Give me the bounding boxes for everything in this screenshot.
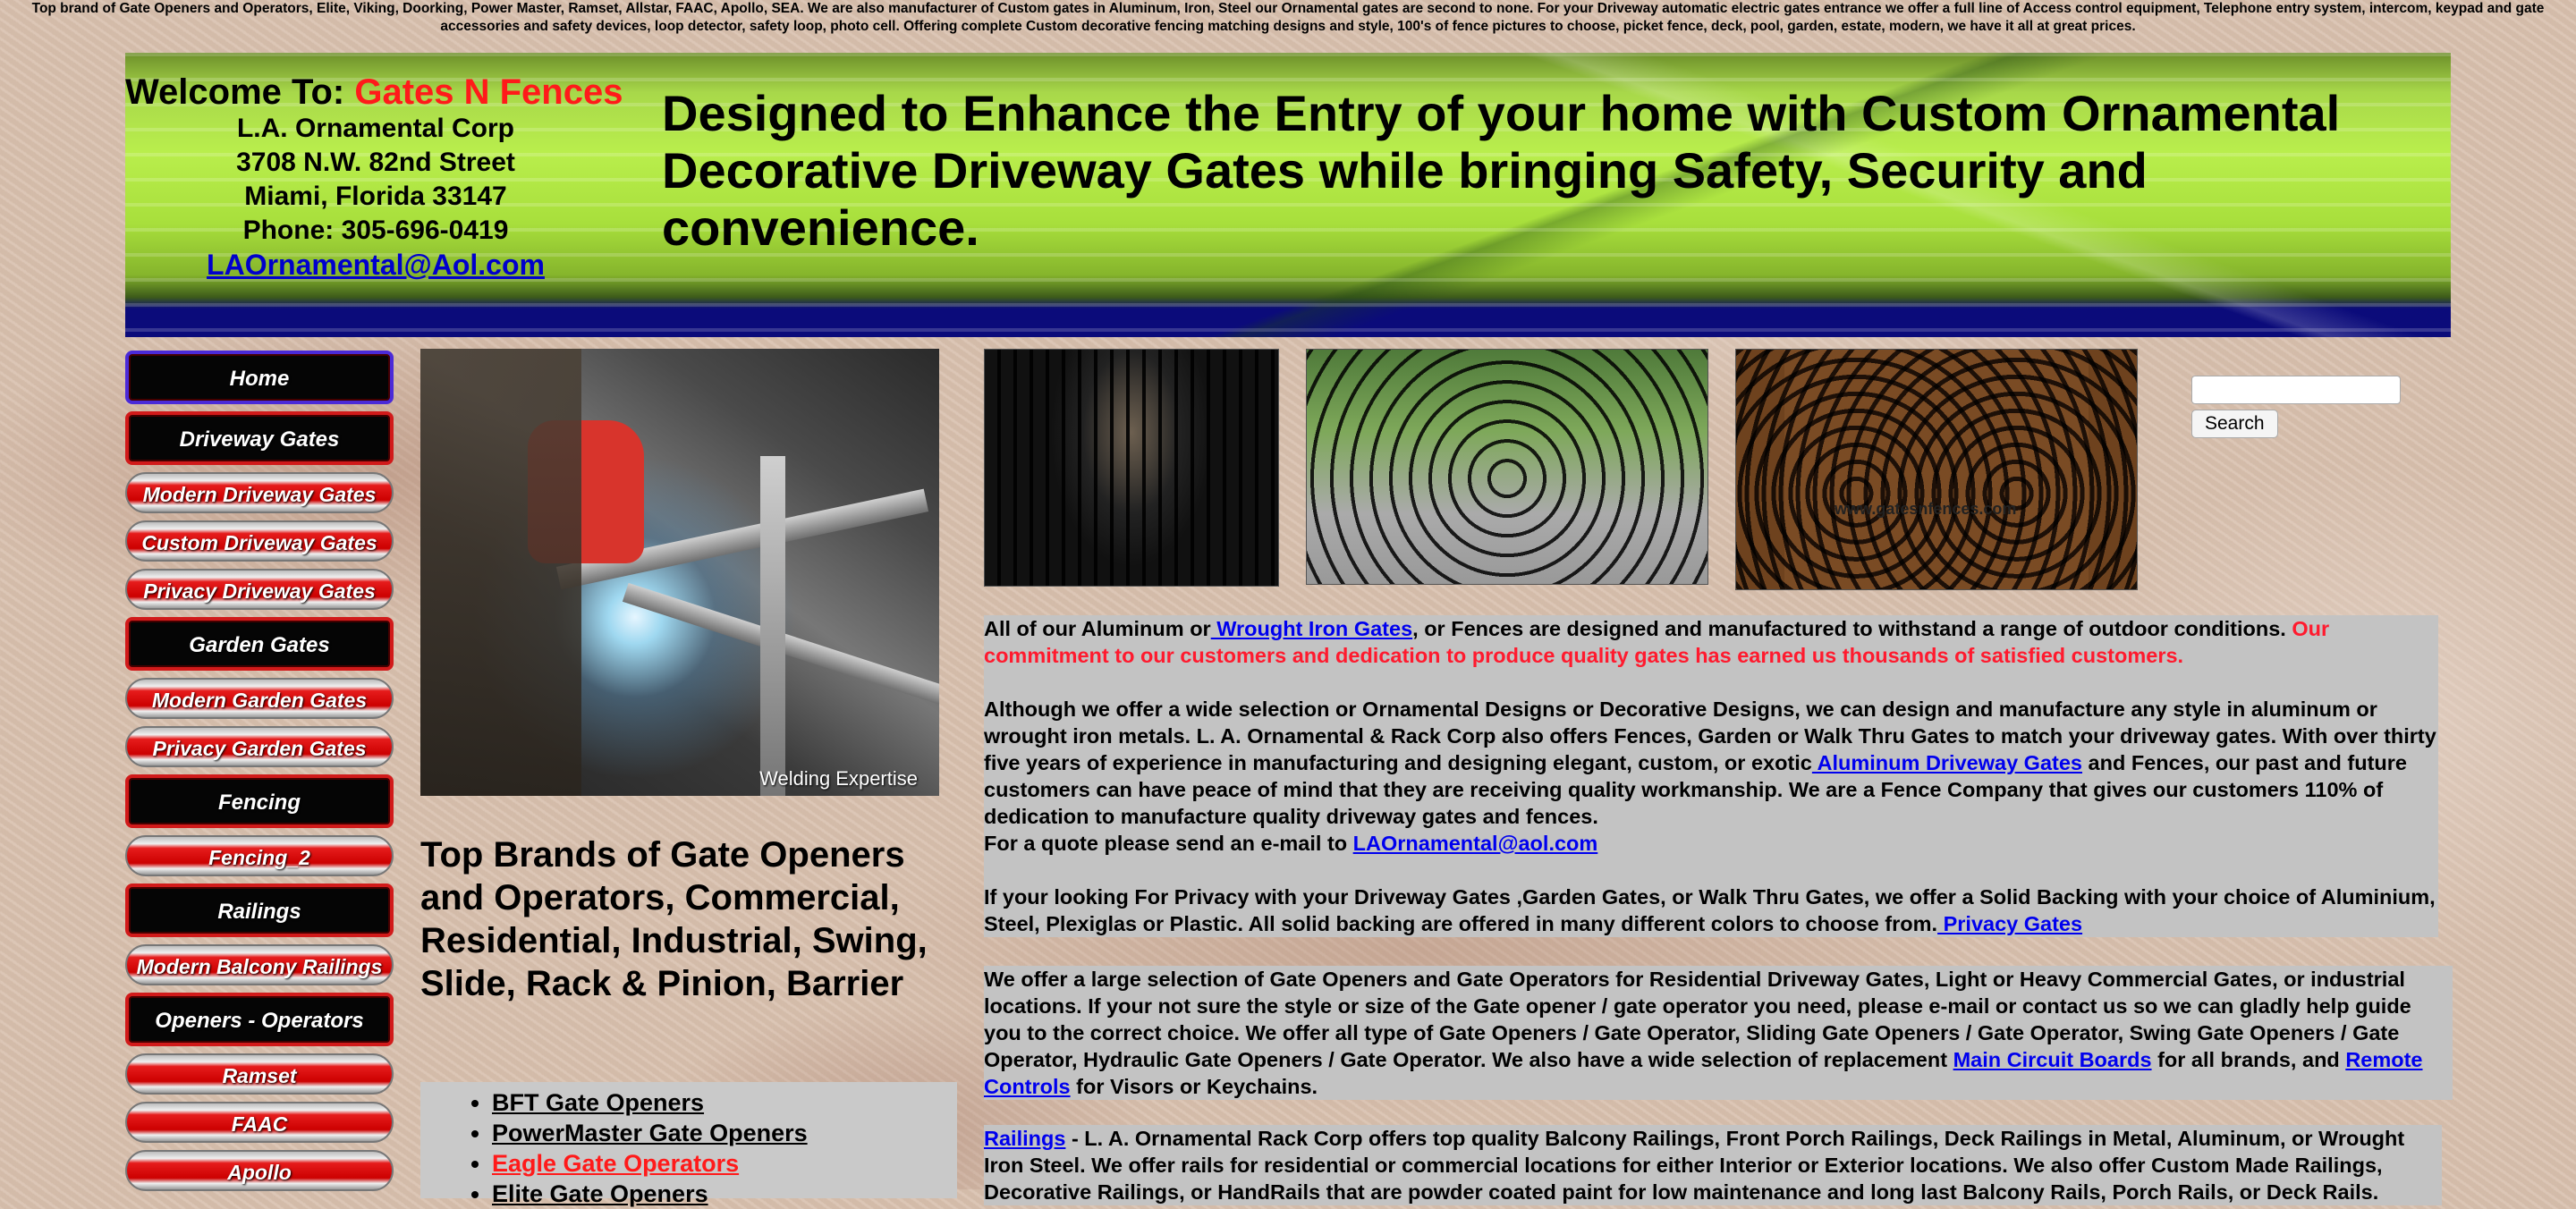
quote-text: For a quote please send an e-mail to	[984, 832, 1353, 855]
nav-custom-driveway-gates-button[interactable]: Custom Driveway Gates	[125, 520, 394, 562]
quote-line: For a quote please send an e-mail to LAO…	[984, 830, 2438, 857]
header-banner: Welcome To: Gates N Fences L.A. Ornament…	[125, 53, 2451, 337]
intro-paragraph: All of our Aluminum or Wrought Iron Gate…	[984, 615, 2438, 669]
intro-text: , or Fences are designed and manufacture…	[1412, 617, 2292, 640]
welcome-line: Welcome To: Gates N Fences	[125, 72, 626, 112]
weld-beam	[760, 456, 785, 796]
search-area: Search	[2191, 376, 2401, 438]
privacy-text: If your looking For Privacy with your Dr…	[984, 885, 2436, 935]
nav-modern-garden-gates-button[interactable]: Modern Garden Gates	[125, 678, 394, 719]
nav-driveway-gates-button[interactable]: Driveway Gates	[125, 411, 394, 465]
brand-link-elite-gate-openers[interactable]: Elite Gate Openers	[492, 1180, 708, 1207]
openers-text: for all brands, and	[2151, 1048, 2346, 1071]
wrought-iron-gates-link[interactable]: Wrought Iron Gates	[1211, 617, 1412, 640]
brand-list: BFT Gate Openers PowerMaster Gate Openers…	[420, 1082, 957, 1207]
gate-watermark: www.gatesnfences.com	[1835, 500, 2017, 518]
nav-railings-button[interactable]: Railings	[125, 884, 394, 937]
search-input[interactable]	[2191, 376, 2401, 404]
phone-number: Phone: 305-696-0419	[242, 216, 509, 245]
street-address: 3708 N.W. 82nd Street	[236, 148, 515, 177]
railings-paragraph: Railings - L. A. Ornamental Rack Corp of…	[984, 1125, 2442, 1205]
brand-list-item: Eagle Gate Operators	[492, 1148, 957, 1179]
aluminum-driveway-gates-link[interactable]: Aluminum Driveway Gates	[1812, 751, 2082, 774]
welcome-prefix: Welcome To:	[125, 72, 355, 112]
gate-photo-driveway	[1306, 349, 1708, 585]
openers-text: for Visors or Keychains.	[1070, 1075, 1318, 1098]
railings-link[interactable]: Railings	[984, 1127, 1065, 1150]
nav-home-button[interactable]: Home	[125, 351, 394, 404]
welding-photo: Welding Expertise	[420, 349, 939, 796]
intro-text: All of our Aluminum or	[984, 617, 1211, 640]
company-name: L.A. Ornamental Corp	[236, 114, 515, 143]
contact-block: Welcome To: Gates N Fences L.A. Ornament…	[125, 72, 626, 283]
nav-ramset-button[interactable]: Ramset	[125, 1053, 394, 1095]
nav-fencing-button[interactable]: Fencing	[125, 774, 394, 828]
nav-faac-button[interactable]: FAAC	[125, 1102, 394, 1143]
page-headline: Designed to Enhance the Entry of your ho…	[662, 85, 2341, 256]
nav-openers-operators-button[interactable]: Openers - Operators	[125, 993, 394, 1046]
brand-link-powermaster-gate-openers[interactable]: PowerMaster Gate Openers	[492, 1120, 808, 1146]
header-email-link[interactable]: LAOrnamental@Aol.com	[207, 249, 545, 281]
nav-garden-gates-button[interactable]: Garden Gates	[125, 617, 394, 671]
brand-name: Gates N Fences	[354, 72, 623, 112]
brands-heading: Top Brands of Gate Openers and Operators…	[420, 835, 928, 1003]
brand-list-item: PowerMaster Gate Openers	[492, 1118, 957, 1148]
selection-paragraph: Although we offer a wide selection or Or…	[984, 696, 2438, 830]
top-banner-text: Top brand of Gate Openers and Operators,…	[31, 1, 2545, 34]
brand-list-item: BFT Gate Openers	[492, 1087, 957, 1118]
nav-apollo-button[interactable]: Apollo	[125, 1150, 394, 1191]
openers-content-box: We offer a large selection of Gate Opene…	[984, 966, 2453, 1100]
gate-photo-scroll-gate: www.gatesnfences.com	[1735, 349, 2138, 590]
quote-email-link[interactable]: LAOrnamental@aol.com	[1353, 832, 1598, 855]
brand-link-list: BFT Gate Openers PowerMaster Gate Openers…	[420, 1082, 957, 1209]
brand-link-eagle-gate-operators[interactable]: Eagle Gate Operators	[492, 1150, 739, 1177]
railings-text: - L. A. Ornamental Rack Corp offers top …	[984, 1127, 2405, 1204]
main-circuit-boards-link[interactable]: Main Circuit Boards	[1953, 1048, 2152, 1071]
gate-photo-arched-door	[984, 349, 1279, 587]
welding-caption: Welding Expertise	[759, 767, 918, 790]
city-address: Miami, Florida 33147	[244, 182, 507, 211]
nav-modern-driveway-gates-button[interactable]: Modern Driveway Gates	[125, 472, 394, 513]
privacy-gates-link[interactable]: Privacy Gates	[1937, 912, 2082, 935]
sidebar-nav: Home Driveway Gates Modern Driveway Gates C…	[125, 351, 394, 1198]
privacy-paragraph: If your looking For Privacy with your Dr…	[984, 884, 2438, 937]
intro-content-box: All of our Aluminum or Wrought Iron Gate…	[984, 615, 2438, 937]
nav-modern-balcony-railings-button[interactable]: Modern Balcony Railings	[125, 944, 394, 985]
nav-privacy-driveway-gates-button[interactable]: Privacy Driveway Gates	[125, 569, 394, 610]
welder-figure	[420, 349, 581, 796]
openers-paragraph: We offer a large selection of Gate Opene…	[984, 966, 2453, 1100]
search-button[interactable]: Search	[2191, 410, 2278, 438]
nav-privacy-garden-gates-button[interactable]: Privacy Garden Gates	[125, 726, 394, 767]
railings-content-box: Railings - L. A. Ornamental Rack Corp of…	[984, 1125, 2442, 1205]
brand-link-bft-gate-openers[interactable]: BFT Gate Openers	[492, 1089, 704, 1116]
nav-fencing-2-button[interactable]: Fencing_2	[125, 835, 394, 876]
brand-list-item: Elite Gate Openers	[492, 1179, 957, 1209]
